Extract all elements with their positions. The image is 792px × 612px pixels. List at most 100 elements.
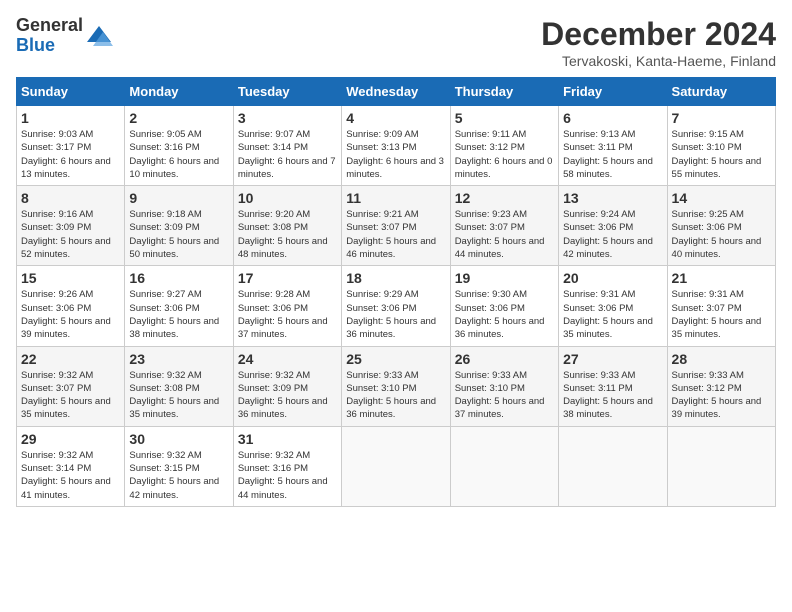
day-cell: 11 Sunrise: 9:21 AM Sunset: 3:07 PM Dayl… [342,186,450,266]
day-cell: 23 Sunrise: 9:32 AM Sunset: 3:08 PM Dayl… [125,346,233,426]
day-info: Sunrise: 9:03 AM Sunset: 3:17 PM Dayligh… [21,128,120,181]
day-cell [450,426,558,506]
day-cell: 10 Sunrise: 9:20 AM Sunset: 3:08 PM Dayl… [233,186,341,266]
day-number: 29 [21,431,120,447]
day-info: Sunrise: 9:15 AM Sunset: 3:10 PM Dayligh… [672,128,771,181]
header-day-saturday: Saturday [667,78,775,106]
calendar-body: 1 Sunrise: 9:03 AM Sunset: 3:17 PM Dayli… [17,106,776,507]
day-number: 18 [346,270,445,286]
day-number: 5 [455,110,554,126]
day-number: 2 [129,110,228,126]
day-cell: 25 Sunrise: 9:33 AM Sunset: 3:10 PM Dayl… [342,346,450,426]
day-cell: 17 Sunrise: 9:28 AM Sunset: 3:06 PM Dayl… [233,266,341,346]
day-number: 9 [129,190,228,206]
day-cell: 19 Sunrise: 9:30 AM Sunset: 3:06 PM Dayl… [450,266,558,346]
day-info: Sunrise: 9:16 AM Sunset: 3:09 PM Dayligh… [21,208,120,261]
day-info: Sunrise: 9:32 AM Sunset: 3:07 PM Dayligh… [21,369,120,422]
week-row-2: 8 Sunrise: 9:16 AM Sunset: 3:09 PM Dayli… [17,186,776,266]
day-info: Sunrise: 9:09 AM Sunset: 3:13 PM Dayligh… [346,128,445,181]
day-number: 3 [238,110,337,126]
calendar-table: SundayMondayTuesdayWednesdayThursdayFrid… [16,77,776,507]
day-cell: 14 Sunrise: 9:25 AM Sunset: 3:06 PM Dayl… [667,186,775,266]
day-number: 4 [346,110,445,126]
day-number: 21 [672,270,771,286]
day-info: Sunrise: 9:32 AM Sunset: 3:16 PM Dayligh… [238,449,337,502]
day-number: 26 [455,351,554,367]
day-cell: 1 Sunrise: 9:03 AM Sunset: 3:17 PM Dayli… [17,106,125,186]
day-cell: 26 Sunrise: 9:33 AM Sunset: 3:10 PM Dayl… [450,346,558,426]
header-day-friday: Friday [559,78,667,106]
day-number: 12 [455,190,554,206]
day-number: 27 [563,351,662,367]
day-info: Sunrise: 9:23 AM Sunset: 3:07 PM Dayligh… [455,208,554,261]
day-cell: 22 Sunrise: 9:32 AM Sunset: 3:07 PM Dayl… [17,346,125,426]
day-number: 20 [563,270,662,286]
day-cell [559,426,667,506]
day-number: 8 [21,190,120,206]
day-cell: 5 Sunrise: 9:11 AM Sunset: 3:12 PM Dayli… [450,106,558,186]
day-cell: 3 Sunrise: 9:07 AM Sunset: 3:14 PM Dayli… [233,106,341,186]
day-number: 23 [129,351,228,367]
day-info: Sunrise: 9:07 AM Sunset: 3:14 PM Dayligh… [238,128,337,181]
day-cell: 24 Sunrise: 9:32 AM Sunset: 3:09 PM Dayl… [233,346,341,426]
day-number: 10 [238,190,337,206]
day-info: Sunrise: 9:30 AM Sunset: 3:06 PM Dayligh… [455,288,554,341]
day-number: 16 [129,270,228,286]
week-row-4: 22 Sunrise: 9:32 AM Sunset: 3:07 PM Dayl… [17,346,776,426]
day-number: 15 [21,270,120,286]
day-cell: 29 Sunrise: 9:32 AM Sunset: 3:14 PM Dayl… [17,426,125,506]
day-cell: 2 Sunrise: 9:05 AM Sunset: 3:16 PM Dayli… [125,106,233,186]
day-info: Sunrise: 9:24 AM Sunset: 3:06 PM Dayligh… [563,208,662,261]
week-row-5: 29 Sunrise: 9:32 AM Sunset: 3:14 PM Dayl… [17,426,776,506]
day-number: 17 [238,270,337,286]
day-cell: 18 Sunrise: 9:29 AM Sunset: 3:06 PM Dayl… [342,266,450,346]
day-info: Sunrise: 9:13 AM Sunset: 3:11 PM Dayligh… [563,128,662,181]
day-cell: 31 Sunrise: 9:32 AM Sunset: 3:16 PM Dayl… [233,426,341,506]
day-cell [667,426,775,506]
day-cell: 21 Sunrise: 9:31 AM Sunset: 3:07 PM Dayl… [667,266,775,346]
day-cell: 6 Sunrise: 9:13 AM Sunset: 3:11 PM Dayli… [559,106,667,186]
day-info: Sunrise: 9:33 AM Sunset: 3:11 PM Dayligh… [563,369,662,422]
day-info: Sunrise: 9:26 AM Sunset: 3:06 PM Dayligh… [21,288,120,341]
day-cell: 15 Sunrise: 9:26 AM Sunset: 3:06 PM Dayl… [17,266,125,346]
day-info: Sunrise: 9:33 AM Sunset: 3:12 PM Dayligh… [672,369,771,422]
day-info: Sunrise: 9:27 AM Sunset: 3:06 PM Dayligh… [129,288,228,341]
header-day-sunday: Sunday [17,78,125,106]
calendar-header: SundayMondayTuesdayWednesdayThursdayFrid… [17,78,776,106]
logo-blue: Blue [16,35,55,55]
day-cell: 27 Sunrise: 9:33 AM Sunset: 3:11 PM Dayl… [559,346,667,426]
week-row-1: 1 Sunrise: 9:03 AM Sunset: 3:17 PM Dayli… [17,106,776,186]
day-number: 31 [238,431,337,447]
day-number: 13 [563,190,662,206]
day-info: Sunrise: 9:11 AM Sunset: 3:12 PM Dayligh… [455,128,554,181]
day-number: 22 [21,351,120,367]
day-cell: 20 Sunrise: 9:31 AM Sunset: 3:06 PM Dayl… [559,266,667,346]
logo-icon [85,22,113,50]
header-day-thursday: Thursday [450,78,558,106]
day-cell [342,426,450,506]
day-info: Sunrise: 9:32 AM Sunset: 3:15 PM Dayligh… [129,449,228,502]
day-number: 25 [346,351,445,367]
day-number: 1 [21,110,120,126]
title-block: December 2024 Tervakoski, Kanta-Haeme, F… [541,16,776,69]
day-cell: 28 Sunrise: 9:33 AM Sunset: 3:12 PM Dayl… [667,346,775,426]
page-header: General Blue December 2024 Tervakoski, K… [16,16,776,69]
day-number: 30 [129,431,228,447]
day-number: 6 [563,110,662,126]
day-number: 19 [455,270,554,286]
day-cell: 8 Sunrise: 9:16 AM Sunset: 3:09 PM Dayli… [17,186,125,266]
day-info: Sunrise: 9:31 AM Sunset: 3:07 PM Dayligh… [672,288,771,341]
day-info: Sunrise: 9:05 AM Sunset: 3:16 PM Dayligh… [129,128,228,181]
day-info: Sunrise: 9:28 AM Sunset: 3:06 PM Dayligh… [238,288,337,341]
day-info: Sunrise: 9:32 AM Sunset: 3:09 PM Dayligh… [238,369,337,422]
day-cell: 7 Sunrise: 9:15 AM Sunset: 3:10 PM Dayli… [667,106,775,186]
day-cell: 9 Sunrise: 9:18 AM Sunset: 3:09 PM Dayli… [125,186,233,266]
day-info: Sunrise: 9:21 AM Sunset: 3:07 PM Dayligh… [346,208,445,261]
day-info: Sunrise: 9:33 AM Sunset: 3:10 PM Dayligh… [455,369,554,422]
day-number: 11 [346,190,445,206]
day-number: 24 [238,351,337,367]
day-info: Sunrise: 9:31 AM Sunset: 3:06 PM Dayligh… [563,288,662,341]
day-number: 28 [672,351,771,367]
week-row-3: 15 Sunrise: 9:26 AM Sunset: 3:06 PM Dayl… [17,266,776,346]
header-day-wednesday: Wednesday [342,78,450,106]
